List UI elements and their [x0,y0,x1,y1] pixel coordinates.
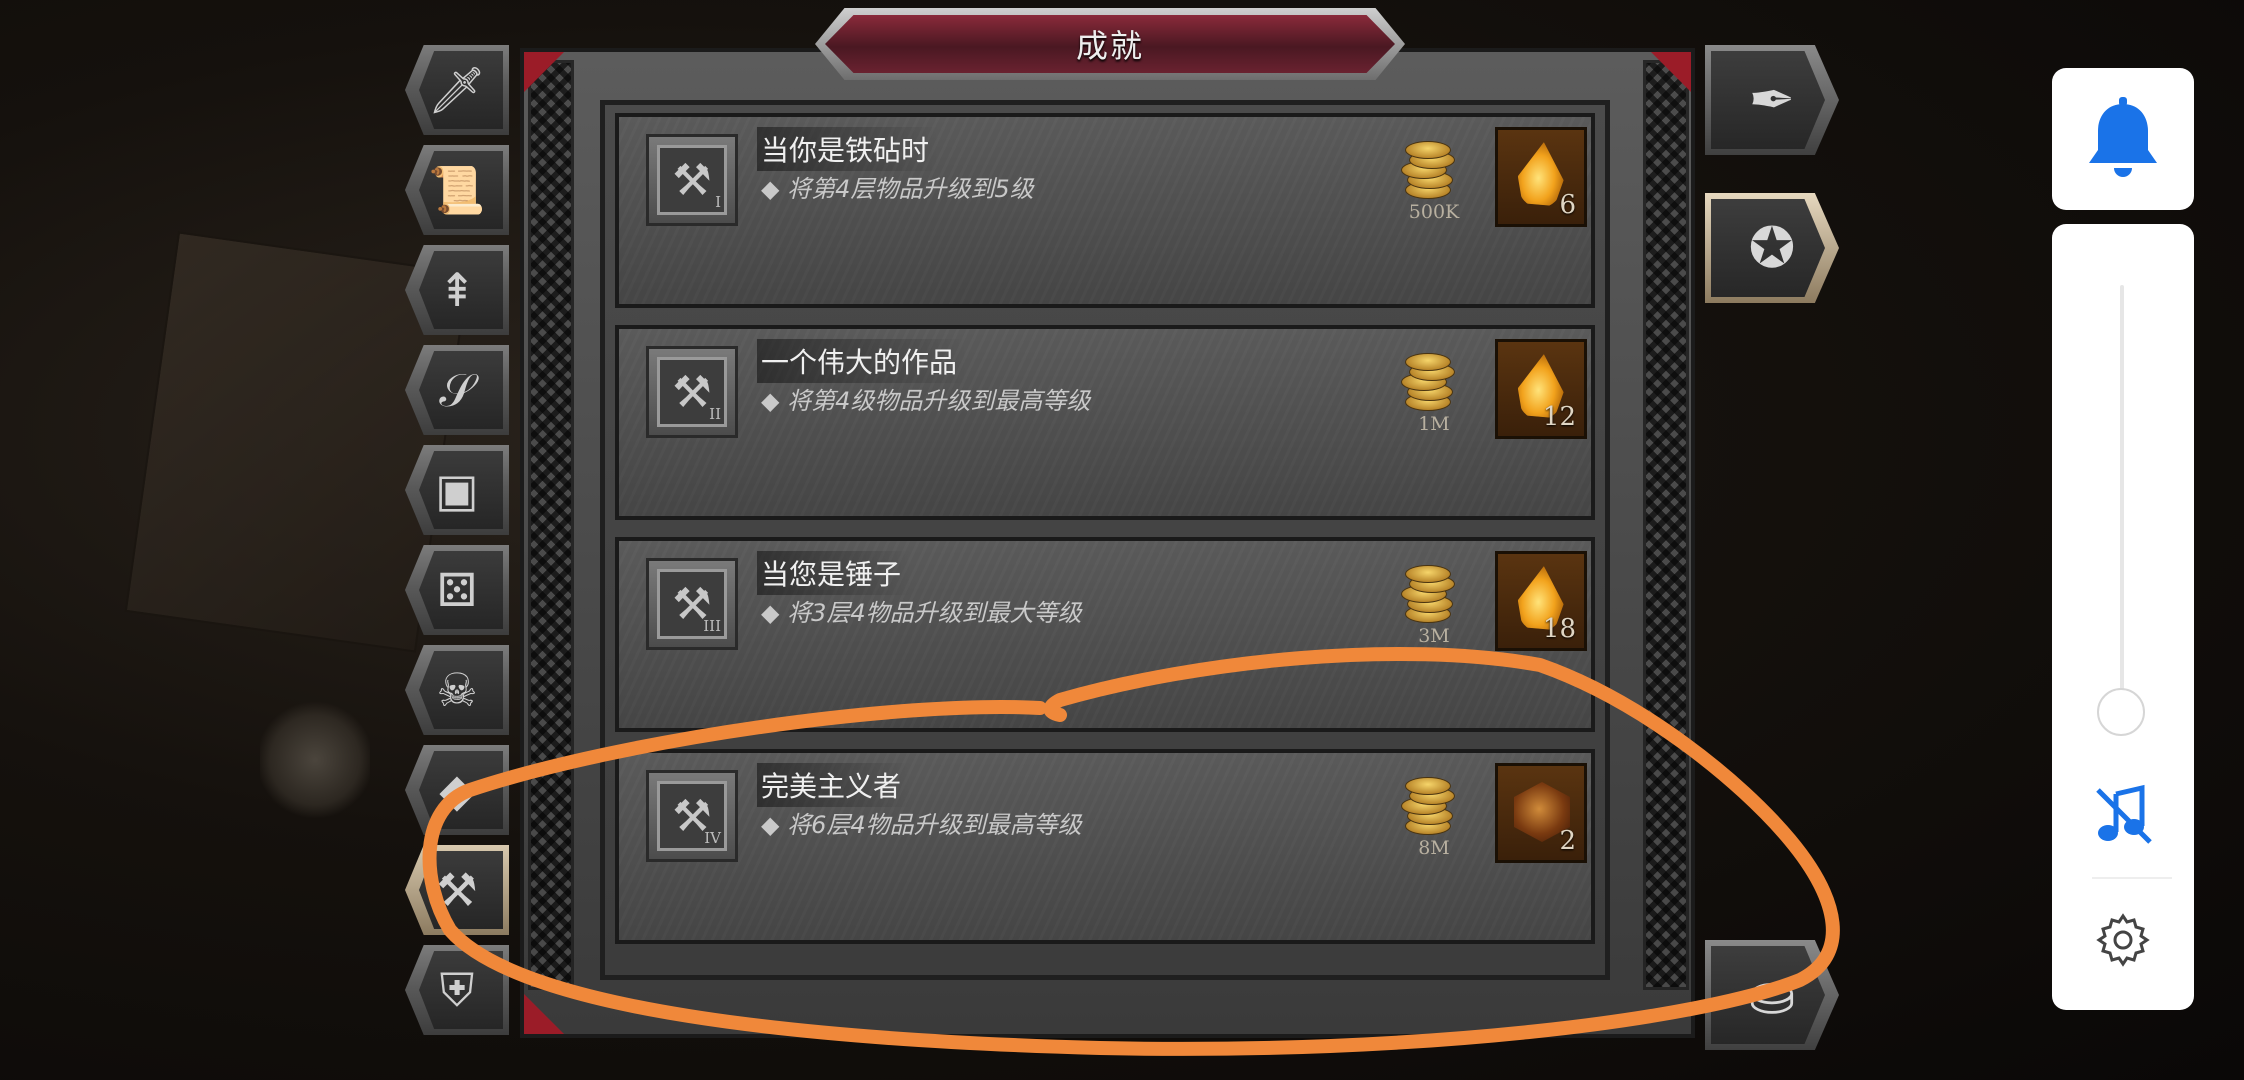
orange-annotation-circle [422,646,1840,1056]
